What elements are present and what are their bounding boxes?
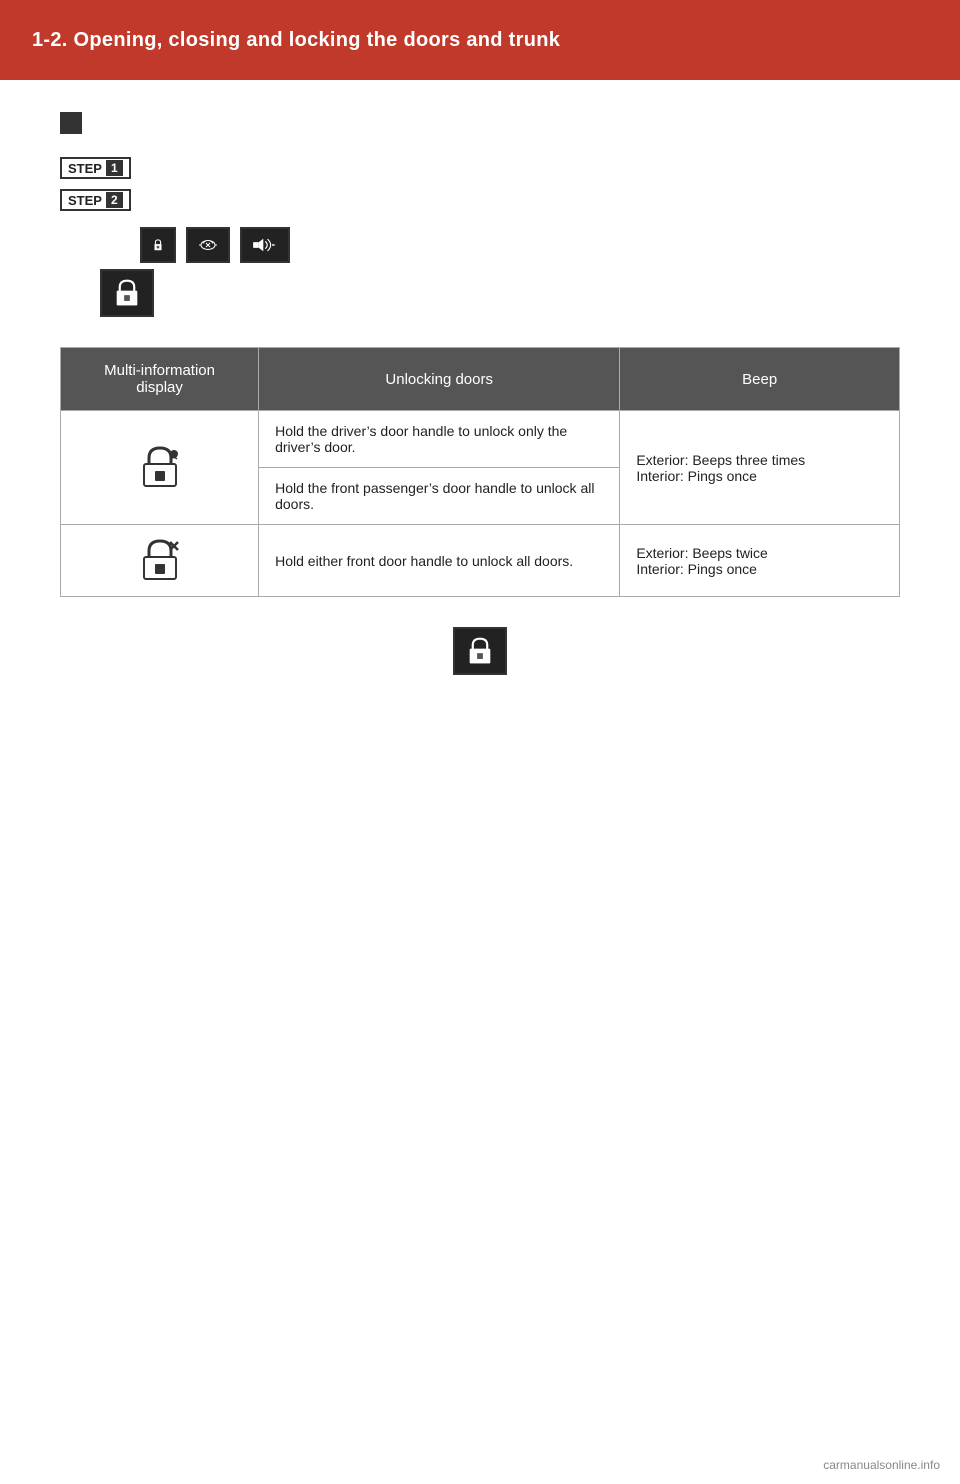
key-icon-box <box>186 227 230 263</box>
unlocking-cell-1a: Hold the driver’s door handle to unlock … <box>259 411 620 468</box>
col-header-display: Multi-informationdisplay <box>61 348 259 411</box>
step1-badge: STEP 1 <box>60 157 131 179</box>
beep-text-2: Exterior: Beeps twiceInterior: Pings onc… <box>636 545 768 577</box>
step2-block: STEP 2 <box>60 189 900 217</box>
speaker-icon <box>252 229 278 261</box>
col-header-beep: Beep <box>620 348 900 411</box>
col-header-unlocking: Unlocking doors <box>259 348 620 411</box>
beep-cell-2: Exterior: Beeps twiceInterior: Pings onc… <box>620 525 900 597</box>
step1-num: 1 <box>106 160 123 176</box>
step1-label: STEP <box>68 161 102 176</box>
bottom-icon-area <box>60 627 900 675</box>
watermark: carmanualsonline.info <box>823 1458 940 1472</box>
step2-badge: STEP 2 <box>60 189 131 211</box>
section-marker <box>60 112 82 134</box>
info-table: Multi-informationdisplay Unlocking doors… <box>60 347 900 597</box>
bottom-lock-icon <box>467 632 493 670</box>
step1-block: STEP 1 <box>60 157 900 185</box>
lock-icon <box>152 230 164 260</box>
display-icon-cell-1 <box>61 411 259 525</box>
icons-row <box>140 227 900 263</box>
table-lock-icon-1 <box>138 444 182 488</box>
table-row: Hold the driver’s door handle to unlock … <box>61 411 900 468</box>
large-lock-icon-box <box>100 269 154 317</box>
beep-cell-1: Exterior: Beeps three timesInterior: Pin… <box>620 411 900 525</box>
display-icon-cell-2 <box>61 525 259 597</box>
large-lock-icon <box>114 274 140 312</box>
bottom-lock-icon-box <box>453 627 507 675</box>
speaker-icon-box <box>240 227 290 263</box>
step2-num: 2 <box>106 192 123 208</box>
header-bar: 1-2. Opening, closing and locking the do… <box>0 0 960 80</box>
header-title: 1-2. Opening, closing and locking the do… <box>32 29 560 52</box>
table-row-2: Hold either front door handle to unlock … <box>61 525 900 597</box>
unlocking-cell-1b: Hold the front passenger’s door handle t… <box>259 468 620 525</box>
step2-label: STEP <box>68 193 102 208</box>
lock-icon-box <box>140 227 176 263</box>
key-icon <box>198 229 218 261</box>
unlocking-cell-2: Hold either front door handle to unlock … <box>259 525 620 597</box>
main-content: STEP 1 STEP 2 <box>0 80 960 1484</box>
beep-text-1: Exterior: Beeps three timesInterior: Pin… <box>636 452 805 484</box>
table-lock-icon-2 <box>138 537 182 581</box>
